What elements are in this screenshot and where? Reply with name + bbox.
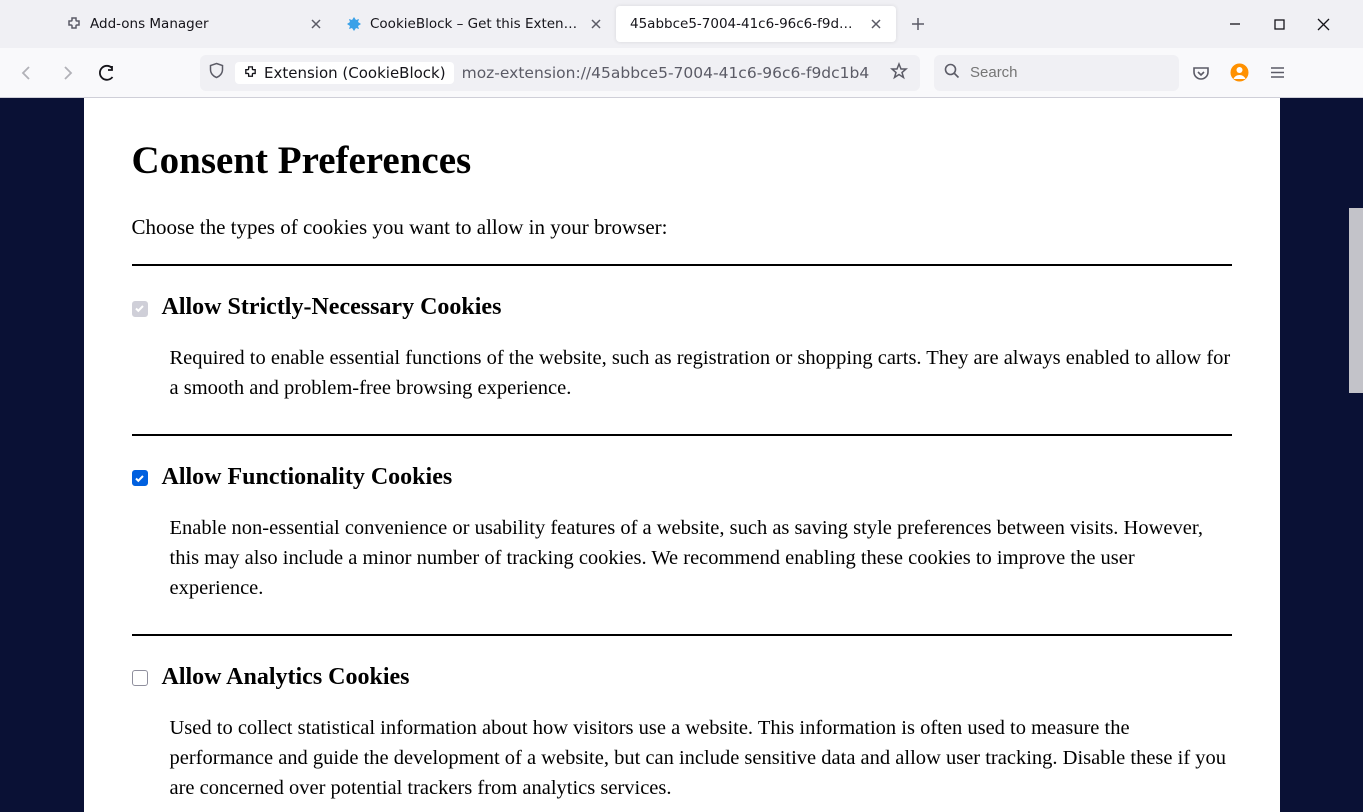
puzzle-icon [66,16,82,32]
section-title: Allow Functionality Cookies [162,464,453,491]
close-window-button[interactable] [1309,10,1337,38]
shield-icon[interactable] [206,62,227,83]
tab-title: 45abbce5-7004-41c6-96c6-f9dc1b4 [630,16,858,32]
page-title: Consent Preferences [132,138,1232,183]
divider [132,434,1232,436]
forward-button[interactable] [50,56,84,90]
extension-label: Extension (CookieBlock) [264,64,446,82]
url-bar[interactable]: Extension (CookieBlock) moz-extension://… [200,55,920,91]
pocket-icon[interactable] [1185,57,1217,89]
back-button[interactable] [10,56,44,90]
checkbox-analytics[interactable] [132,670,148,686]
menu-button[interactable] [1261,57,1293,89]
content-area: Consent Preferences Choose the types of … [0,98,1363,812]
section-desc: Used to collect statistical information … [170,713,1232,804]
tab-addons[interactable]: Add-ons Manager [56,6,336,42]
url-text: moz-extension://45abbce5-7004-41c6-96c6-… [462,64,876,82]
tab-cookieblock-store[interactable]: CookieBlock – Get this Extension [336,6,616,42]
section-analytics: Allow Analytics Cookies Used to collect … [132,664,1232,812]
checkbox-functionality[interactable] [132,470,148,486]
minimize-button[interactable] [1221,10,1249,38]
reload-button[interactable] [90,56,124,90]
tab-title: Add-ons Manager [90,16,298,32]
section-desc: Enable non-essential convenience or usab… [170,513,1232,604]
section-desc: Required to enable essential functions o… [170,343,1232,404]
tab-title: CookieBlock – Get this Extension [370,16,578,32]
search-input[interactable] [970,64,1169,81]
new-tab-button[interactable] [902,8,934,40]
maximize-button[interactable] [1265,10,1293,38]
toolbar: Extension (CookieBlock) moz-extension://… [0,48,1363,98]
checkbox-necessary [132,301,148,317]
tab-extension-page[interactable]: 45abbce5-7004-41c6-96c6-f9dc1b4 [616,6,896,42]
close-icon[interactable] [866,14,886,34]
search-icon [944,63,960,83]
intro-text: Choose the types of cookies you want to … [132,215,1232,240]
cookieblock-icon [346,16,362,32]
section-functionality: Allow Functionality Cookies Enable non-e… [132,464,1232,636]
close-icon[interactable] [306,14,326,34]
window-controls [1221,10,1355,38]
account-icon[interactable] [1223,57,1255,89]
section-necessary: Allow Strictly-Necessary Cookies Require… [132,294,1232,436]
scrollbar-thumb[interactable] [1349,208,1363,393]
bookmark-star-icon[interactable] [884,62,914,84]
tab-strip: Add-ons Manager CookieBlock – Get this E… [0,0,1363,48]
divider [132,264,1232,266]
divider [132,634,1232,636]
section-title: Allow Strictly-Necessary Cookies [162,294,502,321]
page-content: Consent Preferences Choose the types of … [84,98,1280,812]
extension-badge: Extension (CookieBlock) [235,62,454,84]
close-icon[interactable] [586,14,606,34]
search-bar[interactable] [934,55,1179,91]
section-title: Allow Analytics Cookies [162,664,410,691]
